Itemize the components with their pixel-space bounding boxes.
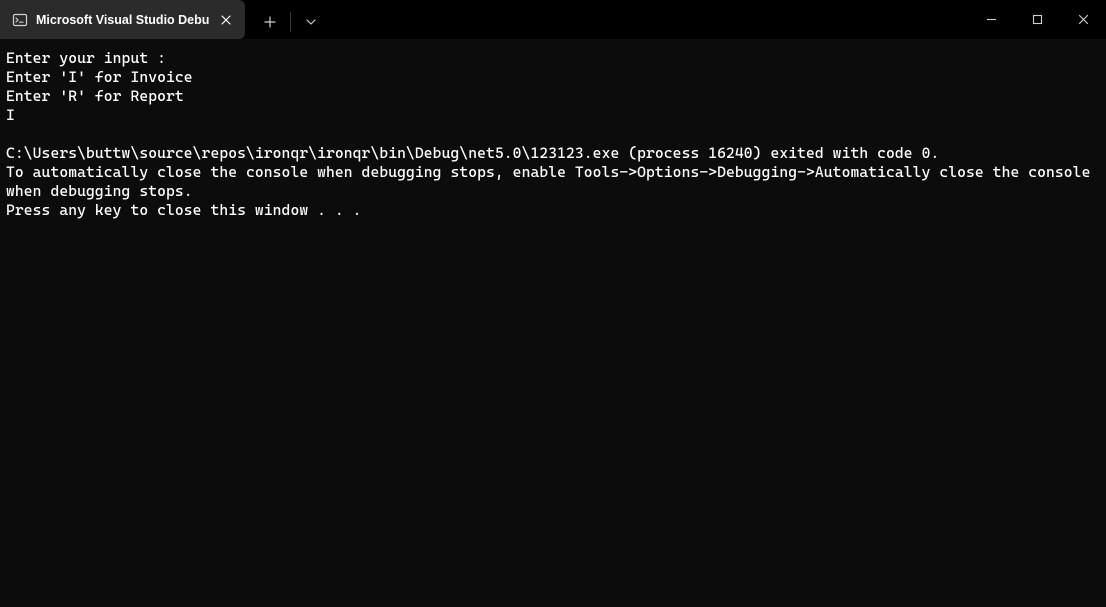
minimize-button[interactable] [968, 0, 1014, 39]
tab-close-button[interactable] [217, 11, 235, 29]
console-line: To automatically close the console when … [6, 163, 1100, 201]
maximize-button[interactable] [1014, 0, 1060, 39]
console-line: Press any key to close this window . . . [6, 201, 1100, 220]
tab-title: Microsoft Visual Studio Debug Console [36, 13, 209, 27]
tab-region: Microsoft Visual Studio Debug Console [0, 0, 968, 39]
window-controls [968, 0, 1106, 39]
tab-separator [290, 12, 291, 32]
console-line: Enter 'R' for Report [6, 87, 1100, 106]
new-tab-button[interactable] [255, 7, 285, 37]
console-line: C:\Users\buttw\source\repos\ironqr\ironq… [6, 144, 1100, 163]
close-button[interactable] [1060, 0, 1106, 39]
tab-dropdown-button[interactable] [296, 7, 326, 37]
console-line [6, 125, 1100, 144]
tab-active[interactable]: Microsoft Visual Studio Debug Console [0, 0, 245, 39]
terminal-output[interactable]: Enter your input :Enter 'I' for InvoiceE… [0, 39, 1106, 226]
console-line: I [6, 106, 1100, 125]
tab-actions [245, 0, 326, 39]
console-line: Enter your input : [6, 49, 1100, 68]
console-line: Enter 'I' for Invoice [6, 68, 1100, 87]
console-icon [12, 12, 28, 28]
titlebar: Microsoft Visual Studio Debug Console [0, 0, 1106, 39]
